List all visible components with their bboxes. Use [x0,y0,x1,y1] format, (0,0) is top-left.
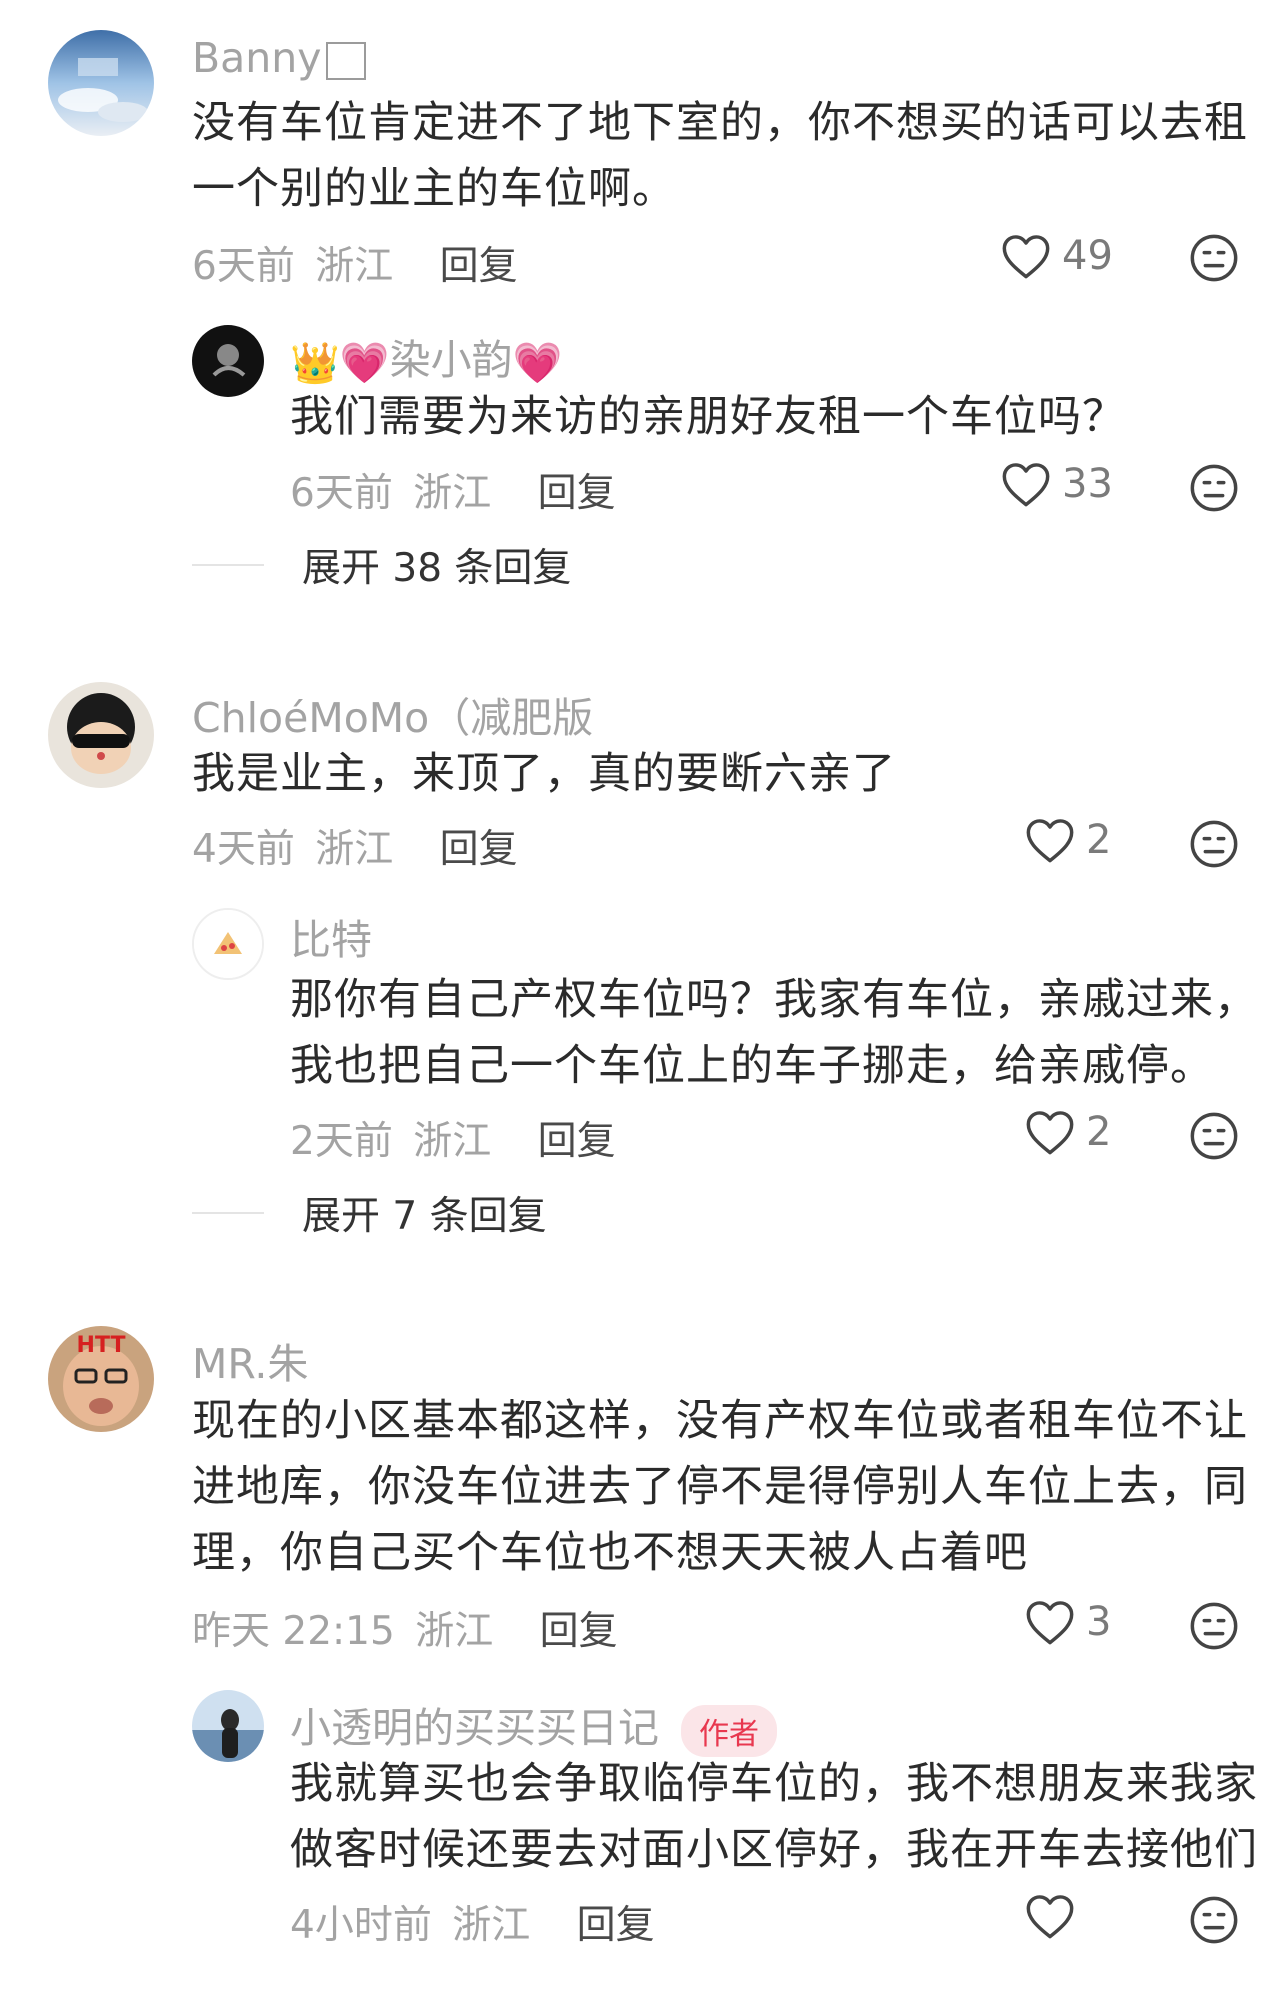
meh-face-icon [1190,464,1238,512]
reply-button[interactable]: 回复 [538,1119,616,1164]
like-count: 3 [1086,1599,1112,1645]
reply-meta: 4小时前 浙江 回复 [290,1894,655,1950]
author-badge: 作者 [681,1705,777,1757]
avatar[interactable] [48,682,154,788]
heart-outline-icon [1026,1895,1074,1939]
like-button[interactable]: 2 [1024,816,1111,864]
heart-outline-icon [1026,1111,1074,1155]
comment-time: 6天前 [192,244,295,289]
avatar[interactable] [192,325,264,397]
avatar[interactable] [192,1690,264,1762]
like-button[interactable]: 2 [1024,1108,1111,1156]
heart-emoji-icon: 💗 [512,340,563,387]
reply-button[interactable]: 回复 [440,827,518,872]
reply-button[interactable]: 回复 [440,244,518,289]
heart-outline-icon [1026,819,1074,863]
reply-username[interactable]: 👑💗染小韵💗 [290,326,562,387]
dislike-button[interactable] [1188,1894,1240,1950]
reply-text: 那你有自己产权车位吗？我家有车位，亲戚过来， 我也把自己一个车位上的车子挪走，给… [290,975,1258,1091]
comment-time: 4天前 [192,827,295,872]
comment-time: 昨天 22:15 [192,1609,395,1654]
meh-face-icon [1190,234,1238,282]
reply-region: 浙江 [413,471,492,516]
reply-time: 4小时前 [290,1903,432,1948]
comment-text: 我是业主，来顶了，真的要断六亲了 [192,749,896,799]
reply-username[interactable]: 比特 [290,906,372,966]
comment-meta: 昨天 22:15 浙江 回复 [192,1600,618,1656]
expand-replies-button[interactable]: 展开 7 条回复 [192,1185,547,1241]
like-button[interactable]: 3 [1024,1598,1111,1646]
like-button[interactable]: 33 [1000,460,1113,508]
heart-outline-icon [1026,1601,1074,1645]
meh-face-icon [1190,1602,1238,1650]
avatar[interactable] [48,30,154,136]
avatar[interactable] [192,908,264,980]
heart-emoji-icon: 💗 [339,340,390,387]
comment-region: 浙江 [315,244,394,289]
comment-region: 浙江 [315,827,394,872]
reply-meta: 2天前 浙江 回复 [290,1110,616,1166]
reply-username[interactable]: 小透明的买买买日记 作者 [290,1694,777,1757]
comment-username[interactable]: ChloéMoMo（减肥版 [192,684,593,744]
divider [192,1212,264,1214]
dislike-button[interactable] [1188,232,1240,288]
avatar[interactable]: HTT [48,1326,154,1432]
reply-meta: 6天前 浙江 回复 [290,462,616,518]
like-count: 49 [1062,233,1113,279]
like-button[interactable]: 49 [1000,232,1113,280]
reply-button[interactable]: 回复 [538,471,616,516]
reply-button[interactable]: 回复 [577,1903,655,1948]
reply-text: 我就算买也会争取临停车位的，我不想朋友来我家 做客时候还要去对面小区停好，我在开… [290,1759,1258,1875]
like-button[interactable] [1024,1892,1086,1940]
divider [192,564,264,566]
like-count: 2 [1086,817,1112,863]
meh-face-icon [1190,820,1238,868]
reply-button[interactable]: 回复 [540,1609,618,1654]
dislike-button[interactable] [1188,462,1240,518]
reply-text: 我们需要为来访的亲朋好友租一个车位吗？ [290,392,1126,442]
reply-time: 6天前 [290,471,393,516]
comment-username[interactable]: Banny [192,34,366,82]
dislike-button[interactable] [1188,1110,1240,1166]
expand-label: 展开 38 条回复 [302,546,572,591]
like-count: 33 [1062,461,1113,507]
reply-time: 2天前 [290,1119,393,1164]
meh-face-icon [1190,1896,1238,1944]
comment-region: 浙江 [415,1609,494,1654]
reply-region: 浙江 [452,1903,531,1948]
comment-text: 现在的小区基本都这样，没有产权车位或者租车位不让 进地库，你没车位进去了停不是得… [192,1396,1248,1578]
expand-label: 展开 7 条回复 [302,1194,547,1239]
like-count: 2 [1086,1109,1112,1155]
heart-outline-icon [1002,463,1050,507]
heart-outline-icon [1002,235,1050,279]
reply-region: 浙江 [413,1119,492,1164]
comment-username[interactable]: MR.朱 [192,1330,308,1390]
comment-meta: 4天前 浙江 回复 [192,818,518,874]
dislike-button[interactable] [1188,1600,1240,1656]
comment-list: Banny 没有车位肯定进不了地下室的，你不想买的话可以去租 一个别的业主的车位… [0,0,1275,2000]
meh-face-icon [1190,1112,1238,1160]
comment-meta: 6天前 浙江 回复 [192,235,518,291]
crown-icon: 👑 [290,340,340,387]
dislike-button[interactable] [1188,818,1240,874]
svg-text:HTT: HTT [77,1333,126,1358]
expand-replies-button[interactable]: 展开 38 条回复 [192,537,571,593]
comment-text: 没有车位肯定进不了地下室的，你不想买的话可以去租 一个别的业主的车位啊。 [192,98,1248,214]
